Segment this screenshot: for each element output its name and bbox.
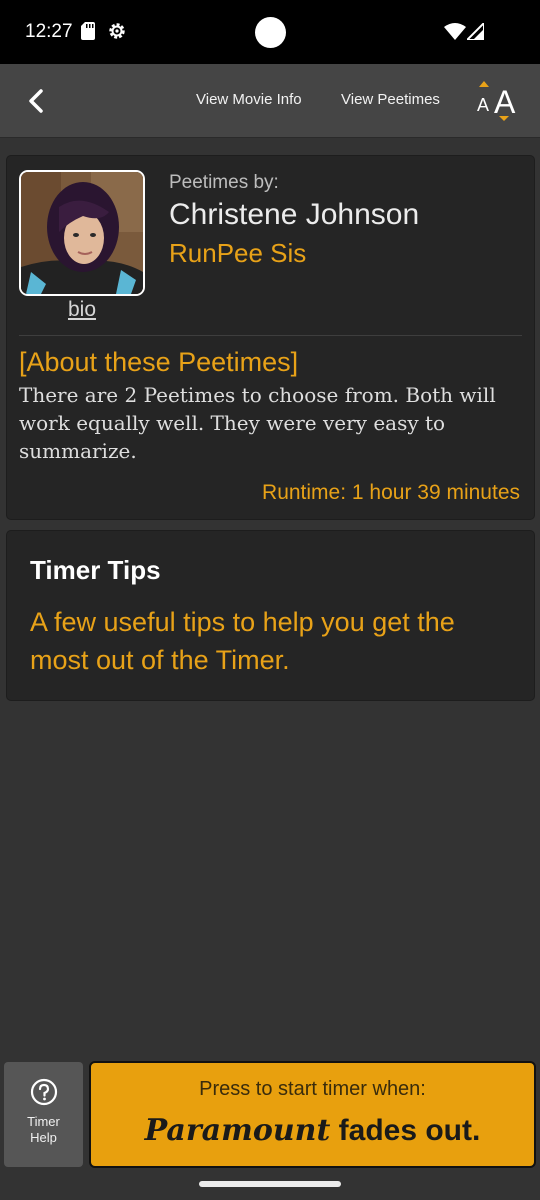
- status-bar: 12:27: [0, 0, 540, 64]
- view-movie-info-link[interactable]: View Movie Info: [196, 91, 302, 108]
- author-name: Christene Johnson: [169, 198, 420, 231]
- back-chevron-icon[interactable]: [20, 84, 54, 118]
- timer-help-button[interactable]: Timer Help: [4, 1062, 83, 1167]
- cue-action: fades out.: [338, 1114, 481, 1147]
- font-size-icon[interactable]: A A: [474, 80, 520, 122]
- divider: [19, 335, 522, 336]
- wifi-icon: [444, 23, 466, 40]
- movie-runtime: Runtime: 1 hour 39 minutes: [262, 481, 520, 504]
- timer-tips-card[interactable]: Timer Tips A few useful tips to help you…: [6, 530, 535, 701]
- sd-card-icon: [81, 22, 95, 40]
- help-question-icon: [30, 1078, 58, 1106]
- author-avatar[interactable]: [19, 170, 145, 296]
- peetimes-author-card: bio Peetimes by: Christene Johnson RunPe…: [6, 155, 535, 520]
- author-role: RunPee Sis: [169, 238, 307, 268]
- peetimes-by-label: Peetimes by:: [169, 172, 279, 193]
- timer-tips-text: A few useful tips to help you get the mo…: [30, 607, 455, 675]
- timer-help-label-line1: Timer: [27, 1114, 60, 1129]
- about-peetimes-text: There are 2 Peetimes to choose from. Bot…: [19, 383, 496, 463]
- start-timer-cue: Paramount fades out.: [91, 1113, 534, 1148]
- start-timer-prompt: Press to start timer when:: [199, 1078, 426, 1100]
- top-navigation-bar: View Movie Info View Peetimes A A: [0, 64, 540, 138]
- timer-tips-title: Timer Tips: [30, 555, 161, 585]
- start-timer-button[interactable]: Press to start timer when: Paramount fad…: [89, 1061, 536, 1168]
- svg-text:A: A: [477, 95, 489, 115]
- about-peetimes-title: [About these Peetimes]: [19, 347, 299, 377]
- timer-help-label: Timer Help: [4, 1114, 83, 1146]
- status-time: 12:27: [25, 21, 73, 42]
- gear-icon: [109, 23, 125, 39]
- cue-studio-name: Paramount: [144, 1113, 331, 1148]
- signal-icon: [467, 23, 484, 40]
- timer-help-label-line2: Help: [30, 1130, 57, 1145]
- camera-cutout: [255, 17, 286, 48]
- svg-text:A: A: [494, 84, 516, 120]
- bio-link[interactable]: bio: [19, 298, 145, 322]
- view-peetimes-link[interactable]: View Peetimes: [341, 91, 440, 108]
- home-indicator[interactable]: [199, 1181, 341, 1187]
